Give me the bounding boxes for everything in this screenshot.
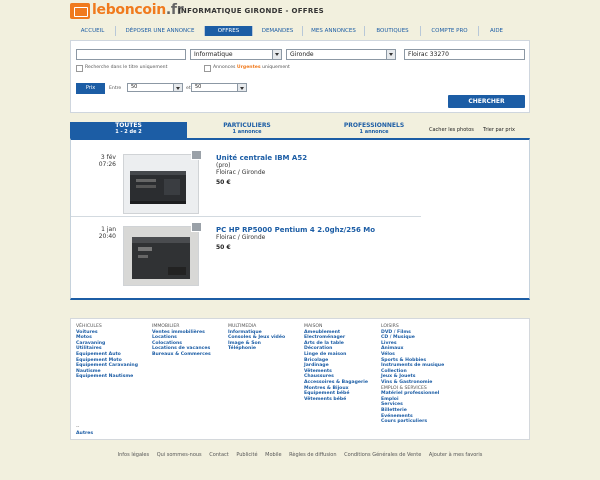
nav-requests[interactable]: DEMANDES — [252, 26, 302, 36]
price-and-label: et — [186, 86, 191, 91]
category-link[interactable]: Cours particuliers — [381, 419, 444, 425]
item-date: 3 fév — [100, 154, 116, 161]
category-column-immobilier: IMMOBILIER Ventes immobilières Locations… — [152, 324, 211, 358]
category-select[interactable]: Informatique — [190, 49, 282, 60]
price-max-select[interactable]: 50 — [191, 83, 247, 92]
region-select-value: Gironde — [290, 51, 314, 58]
chevron-down-icon — [173, 84, 182, 91]
footer-links: Infos légales Qui sommes-nous Contact Pu… — [0, 452, 600, 458]
category-link[interactable]: Instruments de musique — [381, 363, 444, 369]
footer-link[interactable]: Infos légales — [118, 452, 149, 458]
desktop-pc-image — [124, 227, 198, 285]
urgent-label-suffix: uniquement — [262, 65, 290, 70]
item-location: Floirac / Gironde — [216, 234, 266, 241]
price-min-select[interactable]: 50 — [127, 83, 183, 92]
item-date: 1 jan — [101, 226, 116, 233]
item-tag: (pro) — [216, 162, 231, 169]
category-column-vehicules: VÉHICULES Voitures Motos Caravaning Util… — [76, 324, 138, 380]
location-input[interactable]: Floirac 33270 — [404, 49, 525, 60]
logo-text: leboncoin — [92, 2, 166, 18]
category-column-loisirs: LOISIRS DVD / Films CD / Musique Livres … — [381, 324, 444, 425]
chevron-down-icon — [386, 50, 395, 59]
footer-link[interactable]: Qui sommes-nous — [157, 452, 202, 458]
category-link[interactable]: Matériel professionnel — [381, 391, 444, 397]
item-price: 50 € — [216, 179, 231, 186]
item-title[interactable]: PC HP RP5000 Pentium 4 2.0ghz/256 Mo — [216, 226, 375, 234]
price-max-value: 50 — [195, 84, 202, 90]
tab-all-count: 1 - 2 de 2 — [115, 129, 142, 135]
nav-post-ad[interactable]: DÉPOSER UNE ANNONCE — [115, 26, 204, 36]
footer-link[interactable]: Règles de diffusion — [289, 452, 336, 458]
urgent-label: Annonces Urgentes uniquement — [213, 65, 290, 70]
category-directory: VÉHICULES Voitures Motos Caravaning Util… — [70, 318, 530, 440]
nav-help[interactable]: AIDE — [478, 26, 514, 36]
main-nav: ACCUEIL DÉPOSER UNE ANNONCE OFFRES DEMAN… — [70, 26, 530, 36]
category-link[interactable]: Equipement Caravaning — [76, 363, 138, 369]
footer-link[interactable]: Mobile — [265, 452, 281, 458]
item-title[interactable]: Unité centrale IBM A52 — [216, 154, 307, 162]
chevron-down-icon — [237, 84, 246, 91]
row-divider — [71, 216, 421, 217]
price-min-value: 50 — [131, 84, 138, 90]
computer-case-image — [124, 155, 198, 213]
price-from-label: Entre — [109, 86, 122, 91]
category-link[interactable]: Bureaux & Commerces — [152, 352, 211, 358]
tab-all-label: TOUTES — [115, 122, 142, 129]
keyword-input[interactable] — [76, 49, 186, 60]
category-column-maison: MAISON Ameublement Electroménager Arts d… — [304, 324, 368, 402]
photo-count-icon — [191, 150, 202, 160]
photo-count-icon — [191, 222, 202, 232]
results-list: 3 fév 07:26 Unité centrale IBM A52 (pro)… — [70, 138, 530, 300]
footer-link[interactable]: Contact — [209, 452, 228, 458]
tab-pro-count: 1 annonce — [359, 129, 389, 135]
title-only-checkbox[interactable] — [76, 65, 83, 72]
tab-private[interactable]: PARTICULIERS 1 annonce — [202, 122, 292, 138]
tab-pro[interactable]: PROFESSIONNELS 1 annonce — [326, 122, 422, 138]
site-logo[interactable]: leboncoin.fr — [92, 2, 184, 18]
category-link[interactable]: Autres — [76, 431, 93, 437]
tab-private-label: PARTICULIERS — [223, 122, 271, 129]
price-filter-tab[interactable]: Prix — [76, 83, 105, 94]
category-link[interactable]: Téléphonie — [228, 346, 285, 352]
region-select[interactable]: Gironde — [286, 49, 396, 60]
chevron-down-icon — [272, 50, 281, 59]
logo-icon[interactable] — [70, 3, 90, 19]
search-button[interactable]: CHERCHER — [448, 95, 525, 108]
title-only-label: Recherche dans le titre uniquement — [85, 65, 168, 70]
tab-pro-label: PROFESSIONNELS — [343, 122, 405, 129]
page-title: INFORMATIQUE GIRONDE - OFFRES — [178, 7, 325, 15]
nav-my-ads[interactable]: MES ANNONCES — [302, 26, 364, 36]
category-link[interactable]: Accessoires & Bagagerie — [304, 380, 368, 386]
item-location: Floirac / Gironde — [216, 169, 266, 176]
nav-offers[interactable]: OFFRES — [204, 26, 252, 36]
item-price: 50 € — [216, 244, 231, 251]
results-tabs: TOUTES 1 - 2 de 2 PARTICULIERS 1 annonce P… — [70, 122, 530, 138]
item-photo[interactable] — [123, 226, 199, 286]
sort-price-link[interactable]: Trier par prix — [483, 127, 515, 133]
nav-home[interactable]: ACCUEIL — [70, 26, 115, 36]
footer-link[interactable]: Conditions Générales de Vente — [344, 452, 421, 458]
footer-link[interactable]: Publicité — [236, 452, 257, 458]
nav-pro-account[interactable]: COMPTE PRO — [420, 26, 478, 36]
nav-shops[interactable]: BOUTIQUES — [364, 26, 420, 36]
category-link[interactable]: Equipement Nautisme — [76, 374, 138, 380]
footer-link[interactable]: Ajouter à mes favoris — [429, 452, 482, 458]
tab-private-count: 1 annonce — [232, 129, 262, 135]
category-link[interactable]: Vêtements bébé — [304, 397, 368, 403]
urgent-label-prefix: Annonces — [213, 65, 236, 70]
item-time: 07:26 — [98, 161, 116, 168]
item-time: 20:40 — [98, 233, 116, 240]
search-panel: Informatique Gironde Floirac 33270 Reche… — [70, 40, 530, 113]
category-column-autres: -- Autres — [76, 425, 93, 436]
urgent-label-highlight: Urgentes — [236, 65, 261, 70]
item-photo[interactable] — [123, 154, 199, 214]
urgent-checkbox[interactable] — [204, 65, 211, 72]
tab-all[interactable]: TOUTES 1 - 2 de 2 — [70, 122, 187, 138]
category-select-value: Informatique — [194, 51, 233, 58]
hide-photos-link[interactable]: Cacher les photos — [429, 127, 474, 133]
category-column-multimedia: MULTIMEDIA Informatique Consoles & Jeux … — [228, 324, 285, 352]
category-link[interactable]: Consoles & Jeux vidéo — [228, 335, 285, 341]
